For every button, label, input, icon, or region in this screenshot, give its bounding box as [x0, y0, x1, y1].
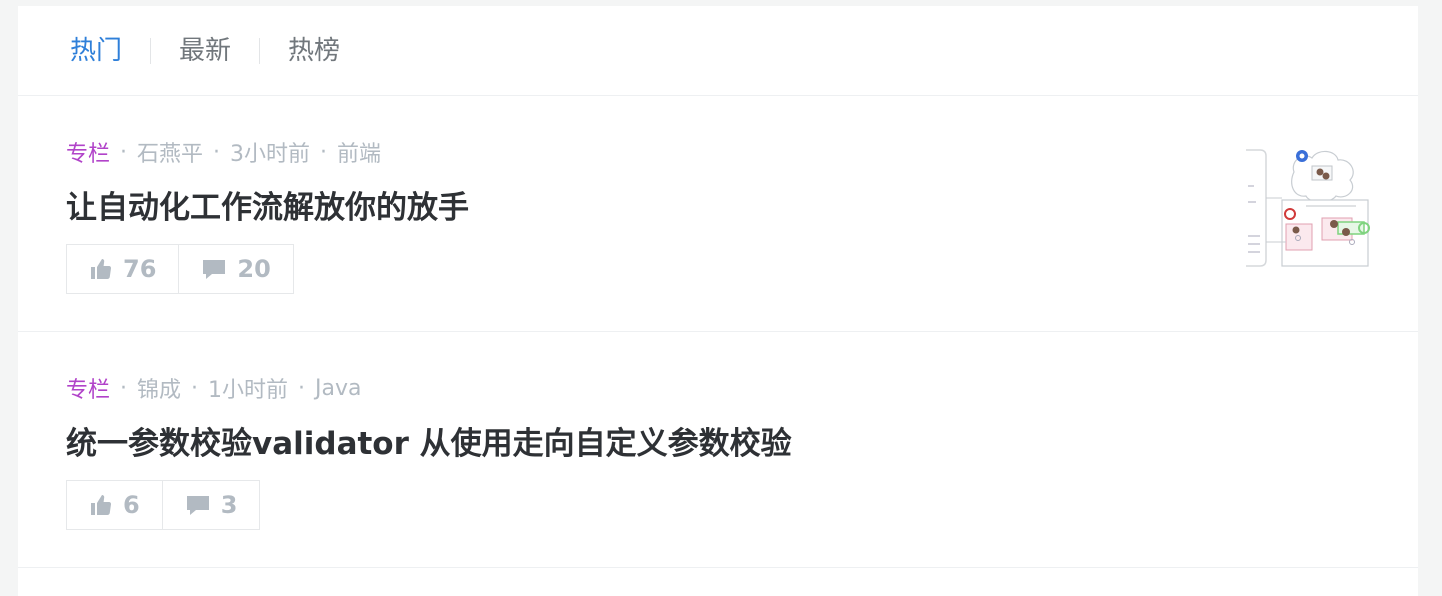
comment-button[interactable]: 3	[161, 481, 260, 529]
like-count: 76	[123, 255, 157, 283]
post-time: 3小时前	[230, 142, 311, 167]
like-button[interactable]: 6	[67, 481, 162, 529]
thumbs-up-icon	[89, 493, 113, 517]
entry-meta: 专栏 · 锦成 · 1小时前 · Java	[66, 372, 362, 404]
comment-count: 20	[237, 255, 271, 283]
meta-separator: ·	[298, 375, 306, 401]
comment-count: 3	[220, 491, 238, 519]
entry-actions: 6 3	[66, 480, 261, 530]
article-entry[interactable]: 专栏 · 石燕平 · 3小时前 · 前端 让自动化工作流解放你的放手 76 20	[18, 96, 1418, 332]
column-tag[interactable]: 专栏	[66, 372, 110, 404]
tab-latest[interactable]: 最新	[179, 38, 231, 64]
author-name[interactable]: 锦成	[137, 372, 181, 404]
tab-divider	[150, 37, 152, 64]
entry-actions: 76 20	[66, 244, 294, 294]
column-tag[interactable]: 专栏	[66, 136, 110, 168]
post-time: 1小时前	[208, 378, 289, 403]
feed-tabs: 热门 最新 热榜	[18, 6, 1418, 96]
like-count: 6	[123, 491, 140, 519]
meta-separator: ·	[120, 375, 128, 401]
comment-icon	[201, 257, 227, 281]
tab-ranking[interactable]: 热榜	[288, 38, 340, 64]
meta-separator: ·	[191, 375, 199, 401]
tab-divider	[259, 37, 261, 64]
article-title[interactable]: 统一参数校验validator 从使用走向自定义参数校验	[66, 418, 792, 463]
tab-hot[interactable]: 热门	[70, 38, 122, 64]
meta-separator: ·	[120, 139, 128, 165]
category-tag[interactable]: Java	[315, 376, 361, 401]
article-thumbnail[interactable]	[1246, 146, 1372, 272]
entry-meta: 专栏 · 石燕平 · 3小时前 · 前端	[66, 136, 381, 168]
like-button[interactable]: 76	[67, 245, 178, 293]
feed-panel: 热门 最新 热榜 专栏 · 石燕平 · 3小时前 · 前端 让自动化工作流解放你…	[18, 6, 1418, 596]
meta-separator: ·	[320, 139, 328, 165]
comment-icon	[185, 493, 211, 517]
meta-separator: ·	[213, 139, 221, 165]
thumbs-up-icon	[89, 257, 113, 281]
article-title[interactable]: 让自动化工作流解放你的放手	[66, 182, 469, 227]
author-name[interactable]: 石燕平	[137, 136, 203, 168]
category-tag[interactable]: 前端	[337, 136, 381, 168]
comment-button[interactable]: 20	[178, 245, 292, 293]
article-entry[interactable]: 专栏 · 锦成 · 1小时前 · Java 统一参数校验validator 从使…	[18, 332, 1418, 568]
